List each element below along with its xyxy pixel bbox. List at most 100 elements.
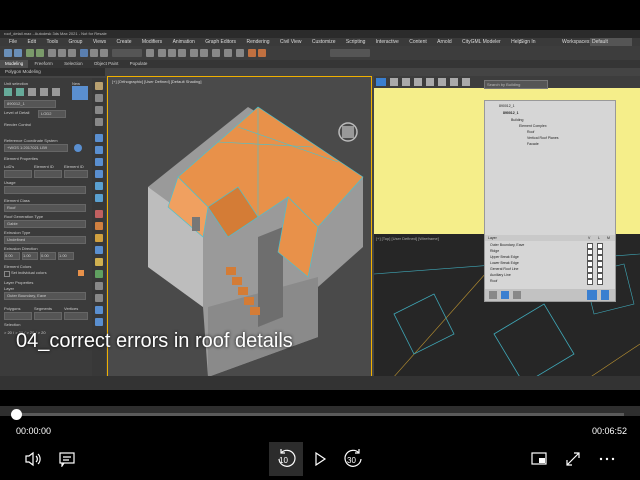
add-icon[interactable]	[4, 88, 12, 96]
trash-icon[interactable]	[601, 290, 609, 300]
tool-icon-13[interactable]	[95, 234, 103, 242]
menu-content[interactable]: Content	[409, 38, 427, 46]
layer-row-1[interactable]: Ridge	[490, 249, 499, 253]
polygons-field[interactable]	[4, 312, 32, 320]
tool-icon[interactable]	[462, 78, 470, 86]
tool-icon[interactable]	[402, 78, 410, 86]
angle-snap-icon[interactable]	[168, 49, 176, 57]
paste-icon[interactable]	[40, 88, 48, 96]
tree-root[interactable]: 890012_1	[499, 104, 515, 108]
tab-populate[interactable]: Populate	[125, 60, 153, 68]
tool-icon-20[interactable]	[95, 318, 103, 326]
tool-icon-11[interactable]	[95, 210, 103, 218]
material-editor-icon[interactable]	[236, 49, 244, 57]
lod-input-2[interactable]	[34, 170, 62, 178]
move-icon[interactable]	[80, 49, 88, 57]
menu-tools[interactable]: Tools	[46, 38, 58, 46]
volume-button[interactable]	[16, 442, 50, 476]
extrusion-y-field[interactable]: 1.00	[22, 252, 38, 260]
menu-create[interactable]: Create	[116, 38, 131, 46]
align-icon[interactable]	[200, 49, 208, 57]
rewind-button[interactable]: 10	[269, 442, 303, 476]
link-icon[interactable]	[26, 49, 34, 57]
menu-group[interactable]: Group	[69, 38, 83, 46]
menu-rendering[interactable]: Rendering	[246, 38, 269, 46]
menu-citygml-modeler[interactable]: CityGML Modeler	[462, 38, 501, 46]
miniplayer-button[interactable]	[522, 442, 556, 476]
tree-building[interactable]: Building	[511, 118, 523, 122]
globe-icon[interactable]	[74, 144, 82, 152]
tab-modeling[interactable]: Modeling	[0, 60, 29, 68]
tree-facade[interactable]: Facade	[527, 142, 539, 146]
tool-icon-17[interactable]	[95, 282, 103, 290]
usage-field[interactable]	[4, 186, 86, 194]
extrusion-w-field[interactable]: 1.00	[58, 252, 74, 260]
unlink-icon[interactable]	[36, 49, 44, 57]
color-swatch[interactable]	[78, 270, 84, 276]
layer-row-2[interactable]: Upper Break Edge	[490, 255, 519, 259]
tool-icon[interactable]	[513, 291, 521, 299]
tool-icon-19[interactable]	[95, 306, 103, 314]
extrusion-z-field[interactable]: 0.00	[40, 252, 56, 260]
reference-dropdown[interactable]	[112, 49, 142, 57]
layer-row-3[interactable]: Lower Break Edge	[490, 261, 519, 265]
tool-icon-15[interactable]	[95, 258, 103, 266]
tool-icon[interactable]	[390, 78, 398, 86]
unit-id-field[interactable]: 890012_1	[4, 100, 56, 108]
menu-views[interactable]: Views	[93, 38, 106, 46]
lod-select[interactable]: LOD2	[38, 110, 66, 118]
individual-colors-checkbox[interactable]	[4, 271, 10, 277]
element-class-select[interactable]: Roof	[4, 204, 86, 212]
render-setup-icon[interactable]	[248, 49, 256, 57]
layer-icon[interactable]	[212, 49, 220, 57]
tool-icon[interactable]	[587, 290, 597, 300]
layer-row-6[interactable]: Roof	[490, 279, 497, 283]
selection-set-dropdown[interactable]	[330, 49, 370, 57]
tab-selection[interactable]: Selection	[59, 60, 88, 68]
sign-in-link[interactable]: Sign In	[520, 38, 536, 46]
layer-select[interactable]: Outer Boundary, Eave	[4, 292, 86, 300]
extrusion-x-field[interactable]: 0.00	[4, 252, 20, 260]
captions-button[interactable]	[50, 442, 84, 476]
tool-icon-1[interactable]	[95, 82, 103, 90]
tool-icon-8[interactable]	[95, 170, 103, 178]
pen-icon[interactable]	[501, 291, 509, 299]
redo-icon[interactable]	[14, 49, 22, 57]
menu-animation[interactable]: Animation	[173, 38, 195, 46]
menu-graph-editors[interactable]: Graph Editors	[205, 38, 236, 46]
menu-modifiers[interactable]: Modifiers	[142, 38, 162, 46]
roof-generation-select[interactable]: Gable	[4, 220, 86, 228]
tool-icon-10[interactable]	[95, 194, 103, 202]
edit-icon[interactable]	[16, 88, 24, 96]
layer-row-4[interactable]: General Roof Line	[490, 267, 518, 271]
fullscreen-button[interactable]	[556, 442, 590, 476]
tool-icon-14[interactable]	[95, 246, 103, 254]
menu-interactive[interactable]: Interactive	[376, 38, 399, 46]
rotate-icon[interactable]	[90, 49, 98, 57]
tool-icon-6[interactable]	[95, 146, 103, 154]
tool-icon-5[interactable]	[95, 134, 103, 142]
menu-civil-view[interactable]: Civil View	[280, 38, 302, 46]
curve-editor-icon[interactable]	[224, 49, 232, 57]
new-unit-icon[interactable]	[72, 86, 88, 100]
tool-icon-18[interactable]	[95, 294, 103, 302]
forward-button[interactable]: 30	[337, 442, 371, 476]
search-input[interactable]: Search by Building	[484, 80, 548, 89]
layer-row-0[interactable]: Outer Boundary, Eave	[490, 243, 524, 247]
play-button[interactable]	[303, 442, 337, 476]
app-timeline[interactable]	[0, 376, 640, 390]
tool-icon[interactable]	[450, 78, 458, 86]
tree-vertical-roof-planes[interactable]: Vertical Roof Planes	[527, 136, 559, 140]
tool-icon-3[interactable]	[95, 106, 103, 114]
tool-icon[interactable]	[489, 291, 497, 299]
layer-row-5[interactable]: Auxiliary Line	[490, 273, 511, 277]
scale-icon[interactable]	[100, 49, 108, 57]
tool-icon-12[interactable]	[95, 222, 103, 230]
undo-icon[interactable]	[4, 49, 12, 57]
copy-icon[interactable]	[28, 88, 36, 96]
menu-edit[interactable]: Edit	[27, 38, 36, 46]
menu-scripting[interactable]: Scripting	[346, 38, 365, 46]
tool-icon-16[interactable]	[95, 270, 103, 278]
more-options-button[interactable]	[590, 442, 624, 476]
video-progress-handle[interactable]	[11, 409, 22, 420]
